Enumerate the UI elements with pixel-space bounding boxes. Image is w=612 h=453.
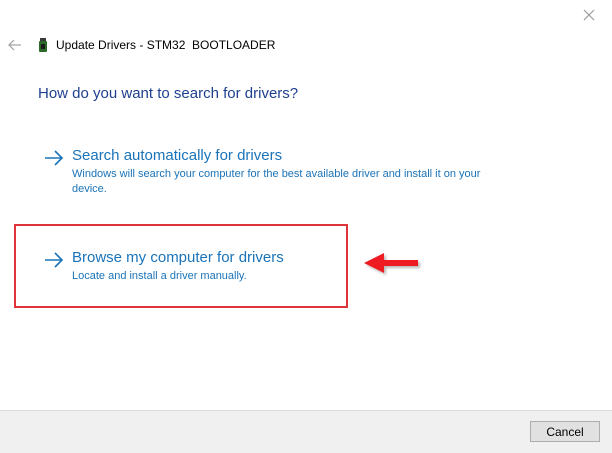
update-drivers-window: Update Drivers - STM32 BOOTLOADER How do… bbox=[0, 0, 612, 453]
browse-computer-option[interactable]: Browse my computer for drivers Locate an… bbox=[44, 248, 334, 284]
window-title: Update Drivers - STM32 BOOTLOADER bbox=[56, 38, 276, 52]
usb-device-icon bbox=[39, 38, 47, 52]
search-automatically-description: Windows will search your computer for th… bbox=[72, 168, 481, 195]
close-icon bbox=[583, 9, 595, 21]
back-arrow-icon bbox=[8, 39, 21, 51]
page-heading: How do you want to search for drivers? bbox=[38, 85, 299, 102]
search-automatically-title: Search automatically for drivers bbox=[72, 147, 283, 164]
footer-bar: Cancel bbox=[0, 410, 612, 453]
arrow-right-icon bbox=[45, 252, 64, 268]
close-button[interactable] bbox=[574, 4, 604, 26]
window-title-row: Update Drivers - STM32 BOOTLOADER bbox=[38, 36, 275, 54]
search-automatically-option[interactable]: Search automatically for drivers Windows… bbox=[44, 146, 514, 197]
browse-computer-description: Locate and install a driver manually. bbox=[72, 270, 247, 282]
cancel-button[interactable]: Cancel bbox=[530, 421, 600, 442]
red-pointer-arrow-icon bbox=[364, 253, 418, 273]
browse-computer-title: Browse my computer for drivers bbox=[72, 249, 284, 266]
arrow-right-icon bbox=[45, 150, 64, 166]
back-button[interactable] bbox=[4, 34, 26, 56]
